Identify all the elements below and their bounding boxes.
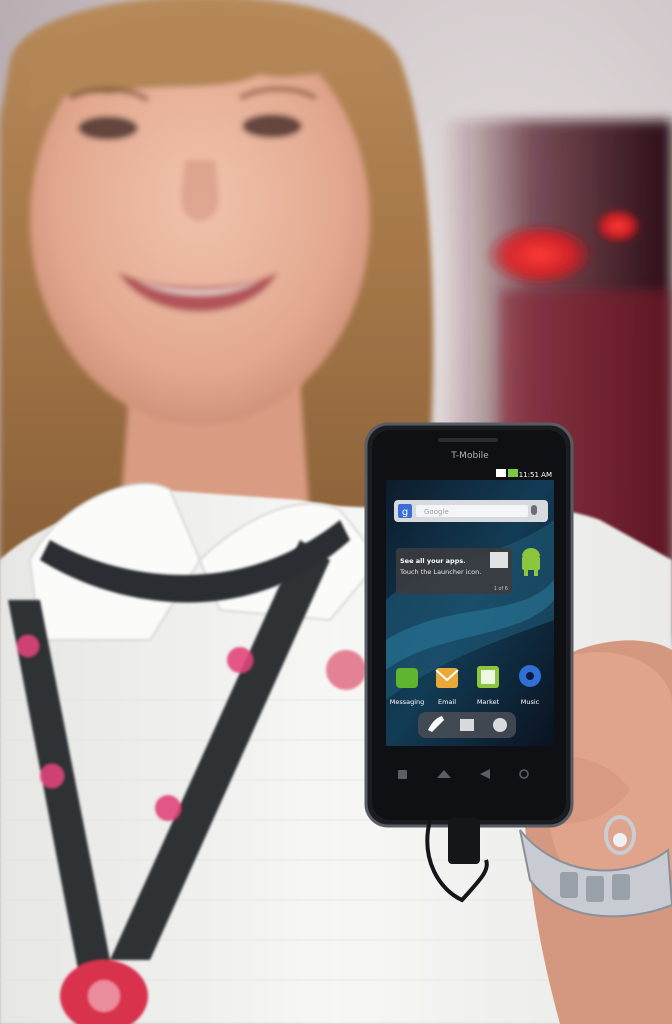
shirt-logo (326, 650, 366, 690)
app-label: Email (438, 698, 456, 706)
menu-button-icon[interactable] (398, 770, 407, 779)
battery-icon (508, 469, 518, 477)
email-app[interactable]: Email (435, 668, 459, 706)
dock (418, 712, 516, 738)
tooltip-page: 1 of 6 (494, 586, 508, 592)
browser-icon[interactable] (493, 718, 507, 732)
email-icon (436, 668, 458, 688)
phone-screen[interactable]: 11:51 AM g Google See all your apps. Tou… (386, 466, 554, 746)
launcher-tooltip[interactable]: See all your apps. Touch the Launcher ic… (396, 548, 512, 594)
app-label: Music (521, 698, 540, 706)
app-label: Messaging (390, 698, 425, 706)
google-g-letter: g (402, 507, 408, 518)
earpiece (438, 438, 498, 442)
app-label: Market (477, 698, 500, 706)
signal-icon (496, 469, 506, 477)
launcher-grid-icon[interactable] (490, 552, 508, 568)
messaging-icon (396, 668, 418, 688)
search-widget[interactable]: g Google (394, 500, 548, 522)
tooltip-title: See all your apps. (400, 557, 466, 565)
search-placeholder: Google (424, 508, 449, 516)
microphone-icon[interactable] (531, 505, 537, 515)
tooltip-body: Touch the Launcher icon. (399, 568, 481, 576)
carrier-logo: T-Mobile (450, 451, 489, 461)
app-launcher-icon[interactable] (460, 719, 474, 731)
status-time: 11:51 AM (519, 471, 552, 479)
red-bokeh-light (485, 223, 595, 287)
smartphone: T-Mobile 11:51 AM g Google See all your … (364, 422, 574, 828)
photo-scene: T-Mobile 11:51 AM g Google See all your … (0, 0, 672, 1024)
market-app[interactable]: Market (477, 666, 500, 706)
red-bokeh-light-small (594, 208, 642, 244)
